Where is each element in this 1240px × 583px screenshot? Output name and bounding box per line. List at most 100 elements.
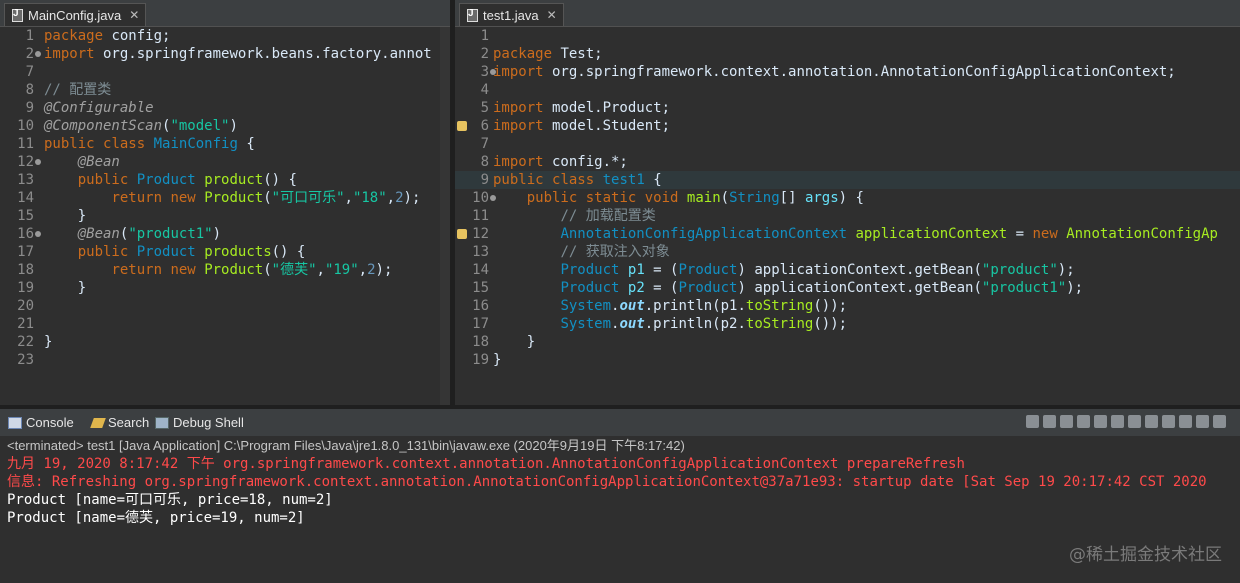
code-line[interactable]: 11 public class MainConfig {	[0, 135, 450, 153]
tab-debug-shell[interactable]: Debug Shell	[155, 409, 244, 436]
code-line[interactable]: 15 Product p2 = (Product) applicationCon…	[455, 279, 1240, 297]
code-line[interactable]: 12 @Bean	[0, 153, 450, 171]
code-line[interactable]: 11 // 加载配置类	[455, 207, 1240, 225]
line-number: 16	[472, 298, 489, 314]
code-line[interactable]: 14 Product p1 = (Product) applicationCon…	[455, 261, 1240, 279]
code-line[interactable]: 8 // 配置类	[0, 81, 450, 99]
code-line[interactable]: 16 @Bean("product1")	[0, 225, 450, 243]
code-line[interactable]: 9 @Configurable	[0, 99, 450, 117]
tab-search[interactable]: Search	[90, 409, 149, 436]
code-token: config;	[103, 28, 171, 44]
code-line[interactable]: 6 import model.Student;	[455, 117, 1240, 135]
tab-console[interactable]: Console	[8, 409, 74, 436]
code-line[interactable]: 17 public Product products() {	[0, 243, 450, 261]
code-line[interactable]: 12 AnnotationConfigApplicationContext ap…	[455, 225, 1240, 243]
code-line[interactable]: 2 package Test;	[455, 45, 1240, 63]
code-line[interactable]: 13 public Product product() {	[0, 171, 450, 189]
word-wrap-icon[interactable]	[1111, 415, 1124, 428]
tab-test1[interactable]: test1.java ✕	[459, 3, 564, 26]
maximize-icon[interactable]	[1213, 415, 1226, 428]
tab-mainconfig[interactable]: MainConfig.java ✕	[4, 3, 147, 26]
line-number: 17	[472, 316, 489, 332]
line-number: 2	[25, 46, 34, 62]
fold-toggle-icon[interactable]	[35, 51, 41, 57]
minimize-icon[interactable]	[1196, 415, 1209, 428]
code-token: 2	[395, 190, 404, 206]
fold-toggle-icon[interactable]	[35, 159, 41, 165]
code-line[interactable]: 7	[455, 135, 1240, 153]
code-line[interactable]: 19}	[455, 351, 1240, 369]
code-line[interactable]: 10 @ComponentScan("model")	[0, 117, 450, 135]
code-token: .println(p1.	[644, 298, 746, 314]
code-line[interactable]: 3 import org.springframework.context.anno…	[455, 63, 1240, 81]
open-console-icon[interactable]	[1179, 415, 1192, 428]
pin-console-icon[interactable]	[1145, 415, 1158, 428]
code-token: new	[170, 190, 196, 206]
line-number: 1	[25, 28, 34, 44]
code-token: "德芙"	[271, 262, 317, 278]
show-on-output-icon[interactable]	[1128, 415, 1141, 428]
code-token: Product	[204, 190, 264, 206]
remove-all-icon[interactable]	[1060, 415, 1073, 428]
code-line[interactable]: 9 public class test1 {	[455, 171, 1240, 189]
search-icon	[90, 417, 106, 428]
code-line[interactable]: 10 public static void main(String[] args…	[455, 189, 1240, 207]
code-token: AnnotationConfigAp	[1066, 226, 1218, 242]
left-scrollbar[interactable]	[440, 27, 450, 405]
left-code-area[interactable]: 1 package config; 2 import org.springframew…	[0, 27, 450, 405]
code-token: args	[804, 190, 839, 206]
code-line[interactable]: 5 import model.Product;	[455, 99, 1240, 117]
console-line: 九月 19, 2020 8:17:42 下午 org.springframewo…	[7, 456, 965, 472]
code-line[interactable]: 14 return new Product("可口可乐","18",2);	[0, 189, 450, 207]
code-line[interactable]: 17 System.out.println(p2.toString());	[455, 315, 1240, 333]
code-text: }	[44, 279, 86, 297]
code-line[interactable]: 23	[0, 351, 450, 369]
line-number: 13	[472, 244, 489, 260]
code-line[interactable]: 18 }	[455, 333, 1240, 351]
right-code-area[interactable]: 1 2 package Test; 3 import org.springframewo…	[455, 27, 1240, 405]
code-token: );	[1057, 262, 1075, 278]
code-token: out	[619, 316, 645, 332]
code-token: import	[493, 118, 544, 134]
code-line[interactable]: 22}	[0, 333, 450, 351]
code-line[interactable]: 19 }	[0, 279, 450, 297]
warning-icon[interactable]	[457, 121, 467, 131]
code-line[interactable]: 8 import config.*;	[455, 153, 1240, 171]
line-number: 14	[472, 262, 489, 278]
remove-launch-icon[interactable]	[1043, 415, 1056, 428]
code-text: @Bean("product1")	[44, 225, 221, 243]
code-line[interactable]: 1	[455, 27, 1240, 45]
code-line[interactable]: 16 System.out.println(p1.toString());	[455, 297, 1240, 315]
code-line[interactable]: 4	[455, 81, 1240, 99]
code-token: AnnotationConfigApplicationContext	[560, 226, 848, 242]
stop-icon[interactable]	[1026, 415, 1039, 428]
line-number: 12	[17, 154, 34, 170]
code-line[interactable]: 18 return new Product("德芙","19",2);	[0, 261, 450, 279]
code-token: // 加载配置类	[560, 208, 656, 224]
fold-toggle-icon[interactable]	[35, 231, 41, 237]
scroll-lock-icon[interactable]	[1094, 415, 1107, 428]
code-line[interactable]: 21	[0, 315, 450, 333]
clear-console-icon[interactable]	[1077, 415, 1090, 428]
line-number: 23	[17, 352, 34, 368]
close-icon[interactable]: ✕	[547, 8, 557, 22]
code-token: ());	[813, 298, 848, 314]
line-number: 17	[17, 244, 34, 260]
code-line[interactable]: 13 // 获取注入对象	[455, 243, 1240, 261]
code-token: "product1"	[981, 280, 1067, 296]
code-line[interactable]: 1 package config;	[0, 27, 450, 45]
display-console-icon[interactable]	[1162, 415, 1175, 428]
close-icon[interactable]: ✕	[129, 8, 139, 22]
warning-icon[interactable]	[457, 229, 467, 239]
code-token: }	[44, 334, 53, 350]
code-line[interactable]: 2 import org.springframework.beans.factor…	[0, 45, 450, 63]
code-line[interactable]: 7	[0, 63, 450, 81]
code-line[interactable]: 15 }	[0, 207, 450, 225]
code-line[interactable]: 20	[0, 297, 450, 315]
code-token: @Configurable	[44, 100, 154, 116]
